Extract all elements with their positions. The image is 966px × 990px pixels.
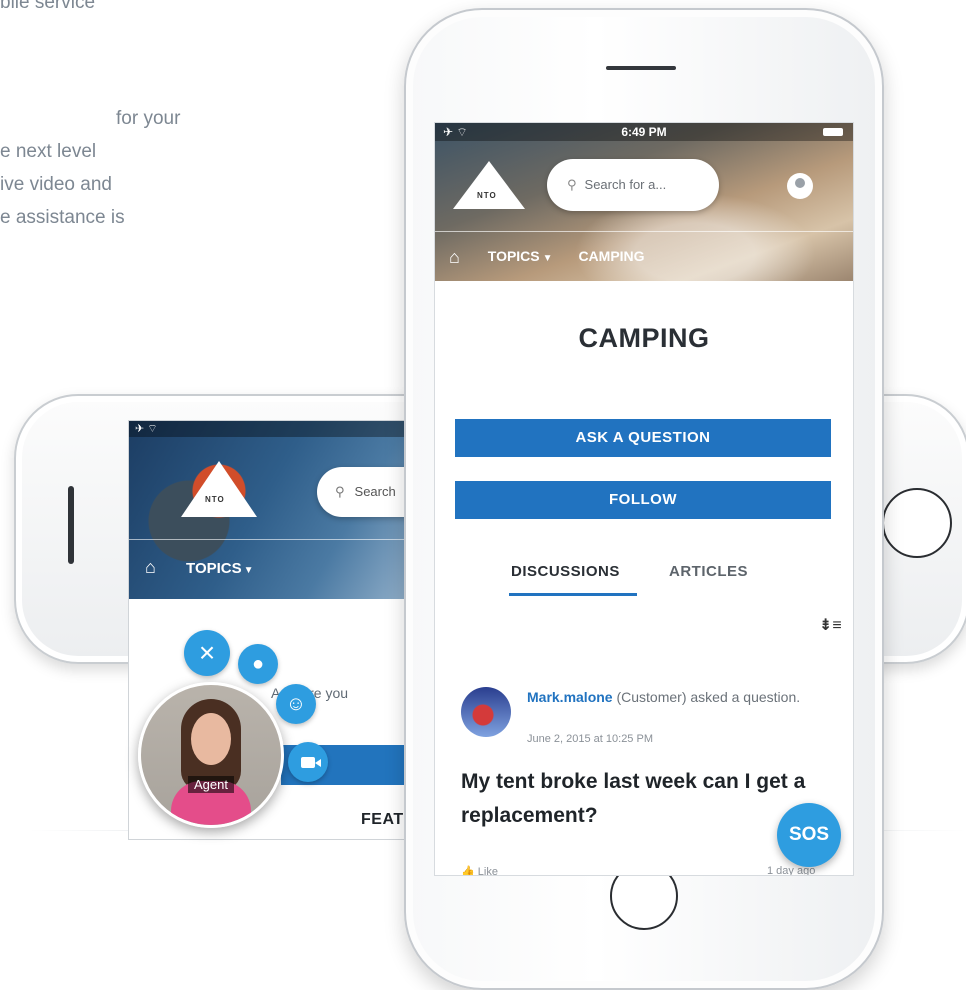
marketing-paragraph: e next level ive video and e assistance … xyxy=(0,135,125,234)
active-tab-indicator xyxy=(509,593,637,596)
follow-button[interactable]: FOLLOW xyxy=(455,481,831,519)
logo-text: NTO xyxy=(477,191,497,200)
landscape-featured-heading: FEAT xyxy=(361,811,404,828)
marketing-line: for your xyxy=(116,108,181,129)
post-meta: Mark.malone (Customer) asked a question. xyxy=(527,687,827,707)
marketing-line: ive video and xyxy=(0,174,112,195)
home-icon[interactable]: ⌂ xyxy=(449,247,460,267)
chevron-down-icon: ▼ xyxy=(243,565,254,576)
marketing-paragraph: for your xyxy=(116,102,180,135)
page-title: CAMPING xyxy=(578,323,710,353)
ask-question-button[interactable]: ASK A QUESTION xyxy=(455,419,831,457)
search-placeholder: Search for a... xyxy=(584,177,667,192)
landscape-nav: ⌂ TOPICS ▼ xyxy=(145,557,254,578)
like-button[interactable]: 👍 Like xyxy=(461,865,498,875)
agent-face xyxy=(191,713,231,765)
marketing-heading: bile service xyxy=(0,0,96,13)
landscape-status-bar: ✈ ⌔ xyxy=(129,421,425,437)
profile-avatar-icon[interactable] xyxy=(787,173,813,199)
close-icon[interactable]: × xyxy=(184,630,230,676)
home-icon[interactable]: ⌂ xyxy=(145,557,156,577)
tab-discussions[interactable]: DISCUSSIONS xyxy=(511,563,620,580)
nav-bar: ⌂ TOPICS ▼ CAMPING xyxy=(449,247,645,268)
logo-mountain-icon[interactable] xyxy=(453,161,525,209)
nav-divider xyxy=(129,539,425,540)
landscape-speaker xyxy=(68,486,74,564)
battery-icon xyxy=(823,128,843,136)
portrait-phone: ✈ ⌔ 6:49 PM NTO ⚲ Search for a... ⌂ TOPIC… xyxy=(404,8,884,990)
search-icon: ⚲ xyxy=(567,177,577,192)
portrait-speaker xyxy=(606,66,676,70)
nav-current-topic[interactable]: CAMPING xyxy=(578,248,644,264)
nav-topics[interactable]: TOPICS xyxy=(186,560,242,577)
microphone-icon[interactable]: ● xyxy=(238,644,278,684)
sos-button[interactable]: SOS xyxy=(777,803,841,867)
agent-label: Agent xyxy=(141,776,281,793)
search-icon: ⚲ xyxy=(335,484,345,499)
post-meta-text: (Customer) asked a question. xyxy=(612,689,801,705)
status-bar: ✈ ⌔ 6:49 PM xyxy=(435,123,853,141)
marketing-line: e next level xyxy=(0,141,97,162)
status-time: 6:49 PM xyxy=(621,125,667,139)
chevron-down-icon: ▼ xyxy=(542,253,553,265)
tab-articles[interactable]: ARTICLES xyxy=(669,563,748,580)
portrait-screen: ✈ ⌔ 6:49 PM NTO ⚲ Search for a... ⌂ TOPIC… xyxy=(434,122,854,876)
avatar[interactable] xyxy=(461,687,511,737)
airplane-icon: ✈ ⌔ xyxy=(135,423,158,435)
sort-icon[interactable]: ⇟≡ xyxy=(819,615,842,635)
post-date: June 2, 2015 at 10:25 PM xyxy=(527,733,653,745)
logo-text: NTO xyxy=(205,495,225,504)
agent-video[interactable]: Agent xyxy=(138,682,284,828)
post-author[interactable]: Mark.malone xyxy=(527,689,613,705)
landscape-hero: ✈ ⌔ NTO ⚲ Search ⌂ TOPICS ▼ xyxy=(129,421,425,599)
chat-icon[interactable]: ☺ xyxy=(276,684,316,724)
video-camera-icon[interactable] xyxy=(288,742,328,782)
landscape-home-button[interactable] xyxy=(882,488,952,558)
search-placeholder: Search xyxy=(354,484,396,499)
marketing-line: e assistance is xyxy=(0,207,125,228)
search-input[interactable]: ⚲ Search for a... xyxy=(547,159,719,211)
hero-banner: ✈ ⌔ 6:49 PM NTO ⚲ Search for a... ⌂ TOPIC… xyxy=(435,123,853,281)
nav-topics[interactable]: TOPICS ▼ xyxy=(488,248,553,264)
post-title[interactable]: My tent broke last week can I get a repl… xyxy=(461,765,821,833)
nav-divider xyxy=(435,231,853,232)
logo-mountain-icon xyxy=(181,461,257,517)
